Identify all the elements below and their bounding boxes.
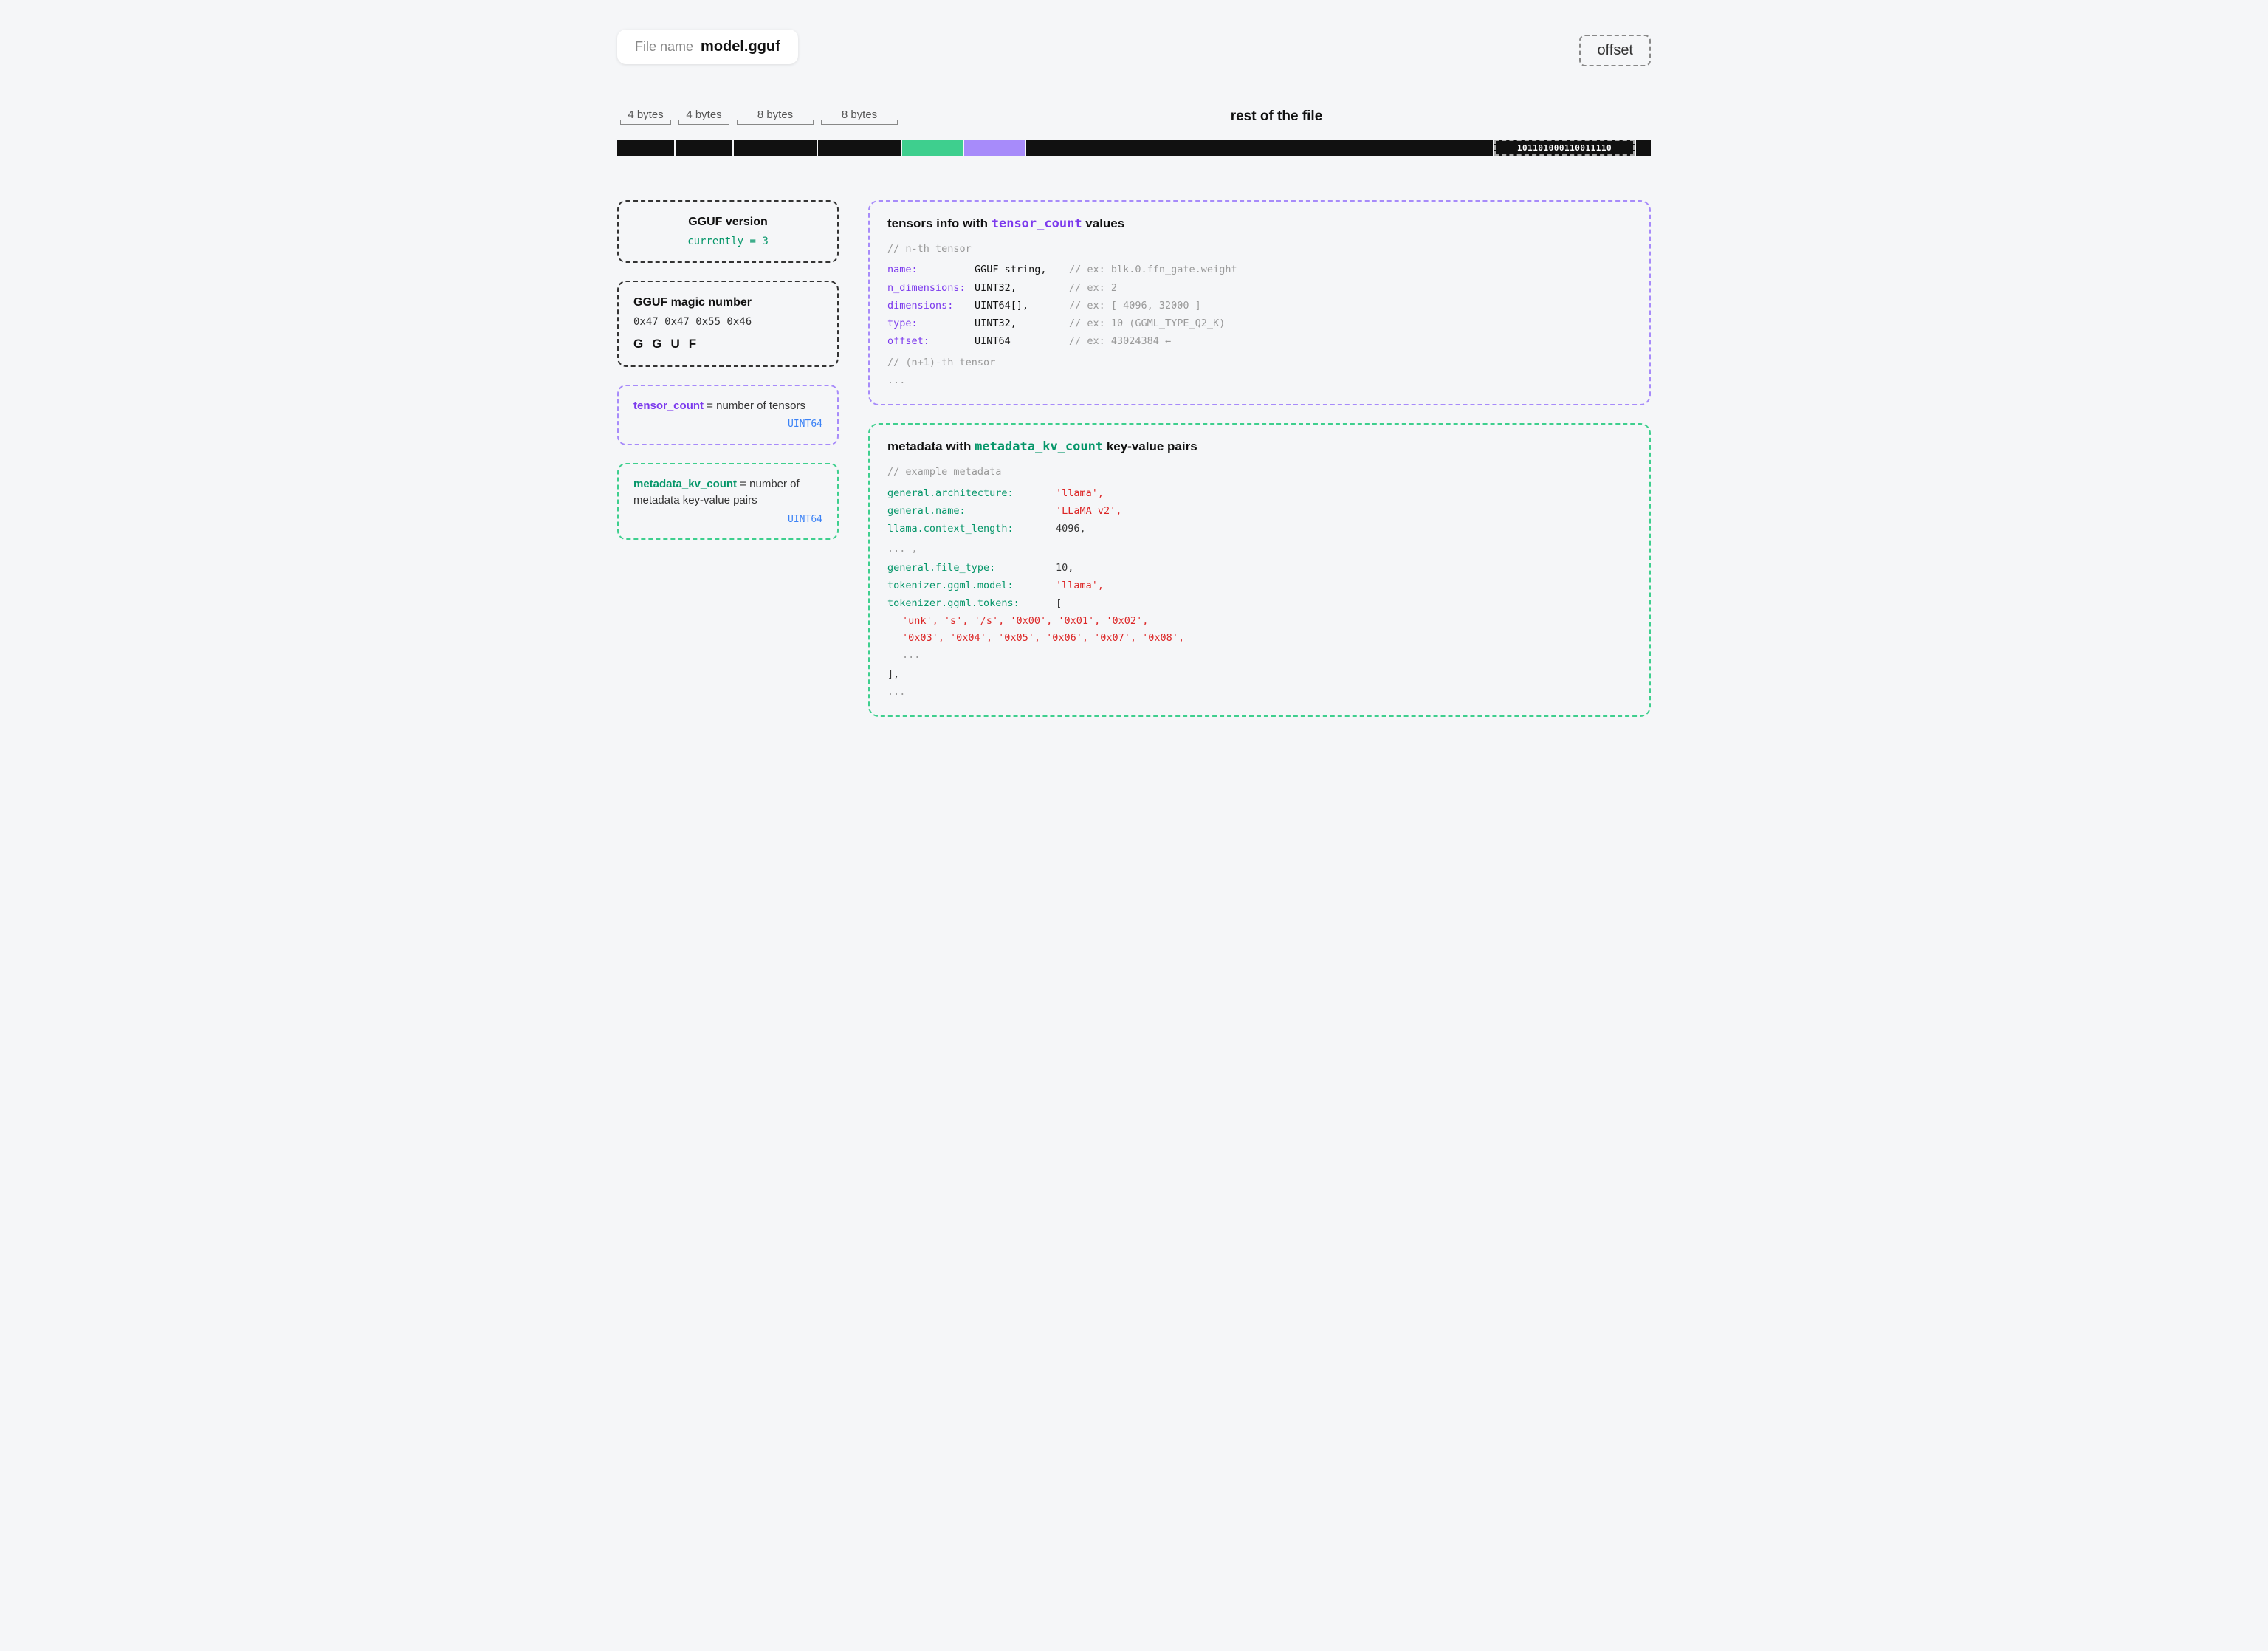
tensor-row-dimensions: dimensions: UINT64[], // ex: [ 4096, 320… <box>887 297 1632 315</box>
main-layout: GGUF version currently = 3 GGUF magic nu… <box>617 200 1651 717</box>
bar-seg-end <box>1636 140 1651 156</box>
byte-label-2: 4 bytes <box>676 109 732 125</box>
left-column: GGUF version currently = 3 GGUF magic nu… <box>617 200 839 540</box>
meta-row-ctx: llama.context_length: 4096, <box>887 520 1632 538</box>
metadata-code: // example metadata general.architecture… <box>887 463 1632 701</box>
byte-label-1: 4 bytes <box>617 109 674 125</box>
tensor-row-name: name: GGUF string, // ex: blk.0.ffn_gate… <box>887 261 1632 278</box>
bar-seg-1 <box>617 140 674 156</box>
file-name-bar: File name model.gguf <box>617 30 798 64</box>
tensor-row-offset: offset: UINT64 // ex: 43024384 ← <box>887 332 1632 350</box>
meta-row-filetype: general.file_type: 10, <box>887 559 1632 577</box>
header-section: 4 bytes 4 bytes 8 bytes <box>617 109 1651 156</box>
byte-label-4: 8 bytes <box>818 109 901 125</box>
meta-tokens-ellipsis: ... <box>887 647 1632 664</box>
bar-seg-bits: 101101000110011110 <box>1494 140 1635 156</box>
metadata-box: metadata with metadata_kv_count key-valu… <box>868 423 1651 717</box>
offset-box: offset <box>1579 35 1651 66</box>
meta-tokens-1: 'unk', 's', '/s', '0x00', '0x01', '0x02'… <box>887 613 1632 630</box>
version-box: GGUF version currently = 3 <box>617 200 839 263</box>
file-name: model.gguf <box>701 38 780 55</box>
bar-seg-2 <box>676 140 732 156</box>
tensor-row-type: type: UINT32, // ex: 10 (GGML_TYPE_Q2_K) <box>887 315 1632 332</box>
diagram-area: offset 4 bytes 4 bytes <box>617 109 1651 717</box>
tensor-title: tensors info with tensor_count values <box>887 216 1632 231</box>
meta-tokens-2: '0x03', '0x04', '0x05', '0x06', '0x07', … <box>887 630 1632 647</box>
file-bar: 101101000110011110 <box>617 140 1651 156</box>
metadata-count-box: metadata_kv_count = number of metadata k… <box>617 463 839 540</box>
bar-seg-4 <box>818 140 901 156</box>
tensor-row-ndim: n_dimensions: UINT32, // ex: 2 <box>887 279 1632 297</box>
meta-title: metadata with metadata_kv_count key-valu… <box>887 439 1632 454</box>
page-container: File name model.gguf offset 4 bytes <box>617 30 1651 717</box>
meta-row-name: general.name: 'LLaMA v2', <box>887 502 1632 520</box>
meta-row-tok-model: tokenizer.ggml.model: 'llama', <box>887 577 1632 594</box>
tensor-info-box: tensors info with tensor_count values //… <box>868 200 1651 405</box>
bar-seg-green <box>902 140 963 156</box>
meta-row-arch: general.architecture: 'llama', <box>887 484 1632 502</box>
bar-seg-rest <box>1026 140 1493 156</box>
bar-seg-3 <box>734 140 817 156</box>
magic-box: GGUF magic number 0x47 0x47 0x55 0x46 G … <box>617 281 839 367</box>
file-label: File name <box>635 39 693 55</box>
meta-row-tok-tokens: tokenizer.ggml.tokens: [ <box>887 594 1632 612</box>
magic-letters: G G U F <box>633 334 822 354</box>
tensor-code: // n-th tensor name: GGUF string, // ex:… <box>887 240 1632 389</box>
rest-label: rest of the file <box>902 109 1651 125</box>
right-column: tensors info with tensor_count values //… <box>868 200 1651 717</box>
bar-seg-purple <box>964 140 1025 156</box>
byte-label-3: 8 bytes <box>734 109 817 125</box>
tensor-count-box: tensor_count = number of tensors UINT64 <box>617 385 839 445</box>
